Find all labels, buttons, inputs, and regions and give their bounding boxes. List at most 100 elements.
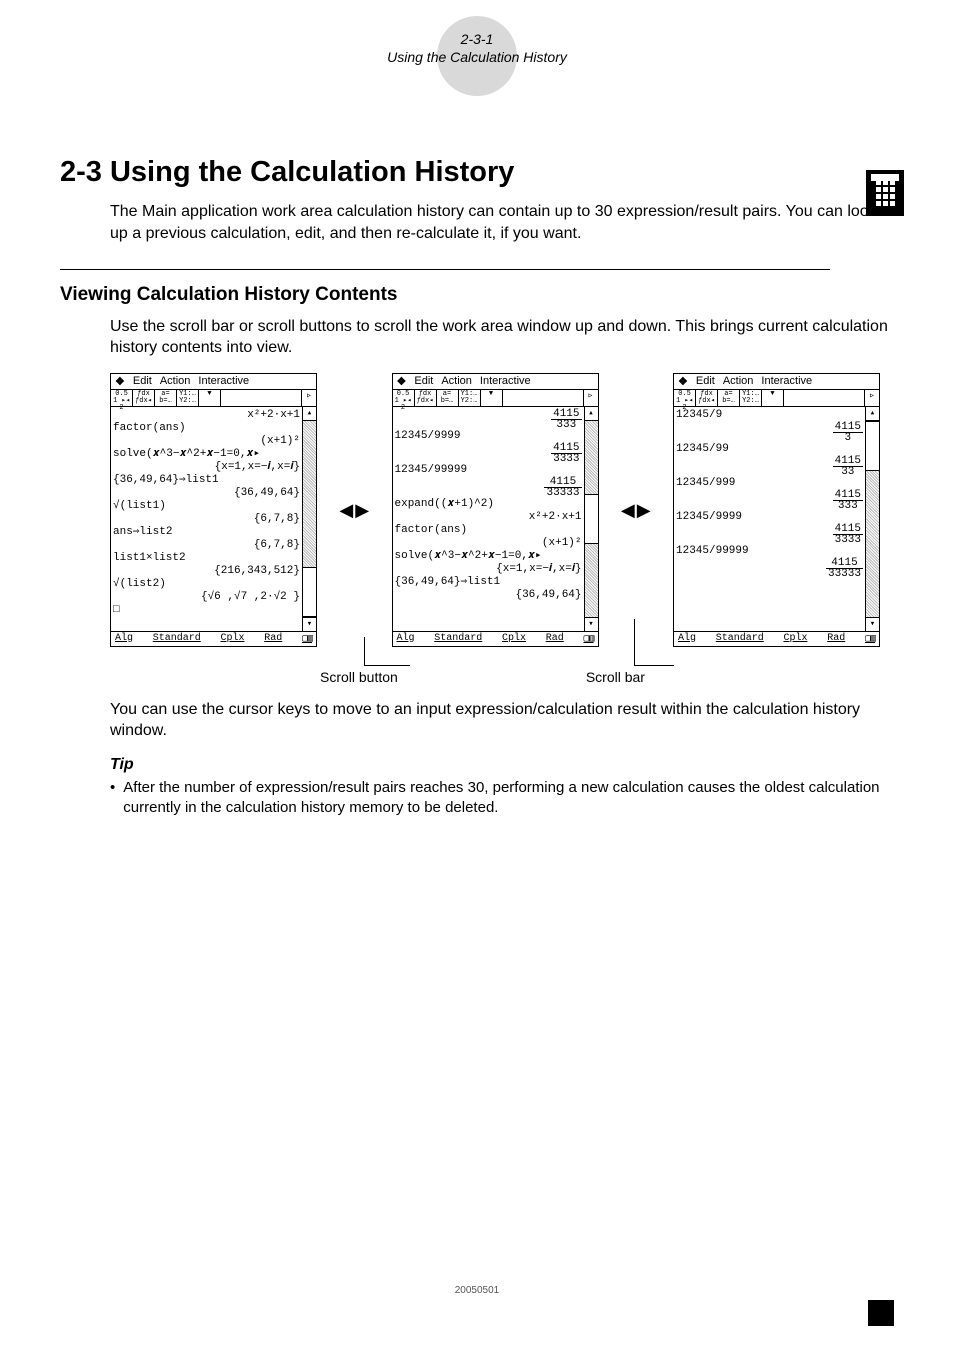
scroll-bar-label: Scroll bar	[586, 669, 645, 685]
history-line: factor(ans)	[113, 422, 300, 435]
menu-action[interactable]: Action	[723, 375, 754, 387]
menu-interactive[interactable]: Interactive	[480, 375, 531, 387]
history-line: 4115333	[676, 490, 863, 511]
scrollbar-track[interactable]	[866, 421, 879, 617]
menu-action[interactable]: Action	[441, 375, 472, 387]
intro-paragraph: The Main application work area calculati…	[110, 201, 894, 244]
history-line: 41153333	[676, 524, 863, 545]
arrow-left-icon: ◀	[621, 501, 635, 519]
history-line: x²+2·x+1	[113, 409, 300, 422]
history-line: 12345/99	[676, 443, 863, 456]
history-line: 12345/9	[676, 409, 863, 422]
scroll-down-button[interactable]: ▾	[866, 617, 879, 631]
calculator-toolbar: 0.5 1 ▸◂ 2 ƒdx ƒdx◂ a= b=… Y1:… Y2:… ▼ ▹	[393, 390, 598, 407]
toolbar-dropdown[interactable]: ▼	[762, 390, 784, 406]
battery-icon: ▢▥	[583, 633, 593, 645]
history-line: 12345/99999	[676, 545, 863, 558]
toolbar-btn-2[interactable]: ƒdx ƒdx◂	[133, 390, 155, 406]
history-line: solve(𝒙^3−𝒙^2+𝒙−1=0,𝒙▸	[113, 448, 300, 461]
tip-heading: Tip	[110, 756, 894, 774]
work-area[interactable]: 12345/94115312345/9941153312345/99941153…	[674, 407, 865, 631]
toolbar-btn-3[interactable]: a= b=…	[437, 390, 459, 406]
nav-arrows-2: ◀ ▶	[617, 501, 655, 519]
history-line: 411533333	[676, 558, 863, 579]
scrollbar-track[interactable]	[303, 421, 316, 617]
running-header: 2-3-1 Using the Calculation History	[60, 30, 894, 66]
history-line: {36,49,64}	[113, 487, 300, 500]
scrollbar[interactable]: ▴▾	[865, 407, 879, 631]
toolbar-btn-1[interactable]: 0.5 1 ▸◂ 2	[393, 390, 415, 406]
screenshot-left: ❖ Edit Action Interactive0.5 1 ▸◂ 2 ƒdx …	[110, 373, 317, 647]
subsection-body-2: You can use the cursor keys to move to a…	[110, 699, 894, 742]
history-line: x²+2·x+1	[395, 511, 582, 524]
status-cplx: Cplx	[220, 633, 244, 645]
scrollbar[interactable]: ▴▾	[584, 407, 598, 631]
history-line: solve(𝒙^3−𝒙^2+𝒙−1=0,𝒙▸	[395, 550, 582, 563]
scroll-up-button[interactable]: ▴	[866, 407, 879, 421]
history-line: {x=1,x=−𝒊,x=𝒊}	[113, 461, 300, 474]
menu-edit[interactable]: Edit	[133, 375, 152, 387]
status-standard: Standard	[434, 633, 482, 645]
calculator-toolbar: 0.5 1 ▸◂ 2 ƒdx ƒdx◂ a= b=… Y1:… Y2:… ▼ ▹	[674, 390, 879, 407]
toolbar-btn-1[interactable]: 0.5 1 ▸◂ 2	[674, 390, 696, 406]
status-bar: Alg Standard Cplx Rad ▢▥	[674, 631, 879, 646]
divider	[60, 269, 830, 270]
calculator-menubar: ❖ Edit Action Interactive	[393, 374, 598, 390]
toolbar-btn-4[interactable]: Y1:… Y2:…	[740, 390, 762, 406]
tip-bullet: •	[110, 778, 115, 819]
history-line: √(list2)	[113, 578, 300, 591]
toolbar-btn-1[interactable]: 0.5 1 ▸◂ 2	[111, 390, 133, 406]
scroll-down-button[interactable]: ▾	[585, 617, 598, 631]
history-line: 12345/9999	[395, 430, 582, 443]
subsection-heading: Viewing Calculation History Contents	[60, 284, 894, 306]
scrollbar[interactable]: ▴▾	[302, 407, 316, 631]
toolbar-btn-3[interactable]: a= b=…	[155, 390, 177, 406]
history-line: √(list1)	[113, 500, 300, 513]
toolbar-btn-3[interactable]: a= b=…	[718, 390, 740, 406]
scroll-down-button[interactable]: ▾	[303, 617, 316, 631]
header-title: Using the Calculation History	[60, 48, 894, 66]
scrollbar-thumb[interactable]	[866, 421, 879, 471]
status-alg: Alg	[678, 633, 696, 645]
history-line: (x+1)²	[395, 537, 582, 550]
work-area[interactable]: x²+2·x+1factor(ans)(x+1)²solve(𝒙^3−𝒙^2+𝒙…	[111, 407, 302, 631]
history-line: 12345/99999	[395, 464, 582, 477]
menu-interactive[interactable]: Interactive	[198, 375, 249, 387]
history-line: 411533333	[395, 477, 582, 498]
section-title-text: Using the Calculation History	[110, 156, 514, 188]
scroll-up-button[interactable]: ▴	[585, 407, 598, 421]
history-line: 41153333	[395, 443, 582, 464]
screenshot-middle: ❖ Edit Action Interactive0.5 1 ▸◂ 2 ƒdx …	[392, 373, 599, 647]
calculator-menubar: ❖ Edit Action Interactive	[111, 374, 316, 390]
section-number: 2-3	[60, 156, 102, 188]
toolbar-btn-2[interactable]: ƒdx ƒdx◂	[696, 390, 718, 406]
toolbar-btn-4[interactable]: Y1:… Y2:…	[459, 390, 481, 406]
history-line: 411533	[676, 456, 863, 477]
scroll-button-label: Scroll button	[320, 669, 398, 685]
footer-date: 20050501	[0, 1285, 954, 1296]
history-line: □	[113, 604, 300, 617]
toolbar-btn-4[interactable]: Y1:… Y2:…	[177, 390, 199, 406]
toolbar-more-icon[interactable]: ▹	[583, 390, 598, 406]
scrollbar-thumb[interactable]	[303, 567, 316, 617]
scrollbar-track[interactable]	[585, 421, 598, 617]
scrollbar-thumb[interactable]	[585, 494, 598, 544]
toolbar-dropdown[interactable]: ▼	[481, 390, 503, 406]
toolbar-btn-2[interactable]: ƒdx ƒdx◂	[415, 390, 437, 406]
status-standard: Standard	[153, 633, 201, 645]
menu-action[interactable]: Action	[160, 375, 191, 387]
scroll-up-button[interactable]: ▴	[303, 407, 316, 421]
app-logo-icon: ❖	[397, 375, 407, 388]
history-line: factor(ans)	[395, 524, 582, 537]
menu-edit[interactable]: Edit	[696, 375, 715, 387]
toolbar-more-icon[interactable]: ▹	[301, 390, 316, 406]
menu-edit[interactable]: Edit	[414, 375, 433, 387]
app-logo-icon: ❖	[115, 375, 125, 388]
menu-interactive[interactable]: Interactive	[761, 375, 812, 387]
toolbar-more-icon[interactable]: ▹	[864, 390, 879, 406]
footer-mark-icon	[868, 1300, 894, 1326]
work-area[interactable]: 411533312345/99994115333312345/999994115…	[393, 407, 584, 631]
status-cplx: Cplx	[502, 633, 526, 645]
screenshot-labels: Scroll button Scroll bar	[110, 669, 880, 685]
toolbar-dropdown[interactable]: ▼	[199, 390, 221, 406]
